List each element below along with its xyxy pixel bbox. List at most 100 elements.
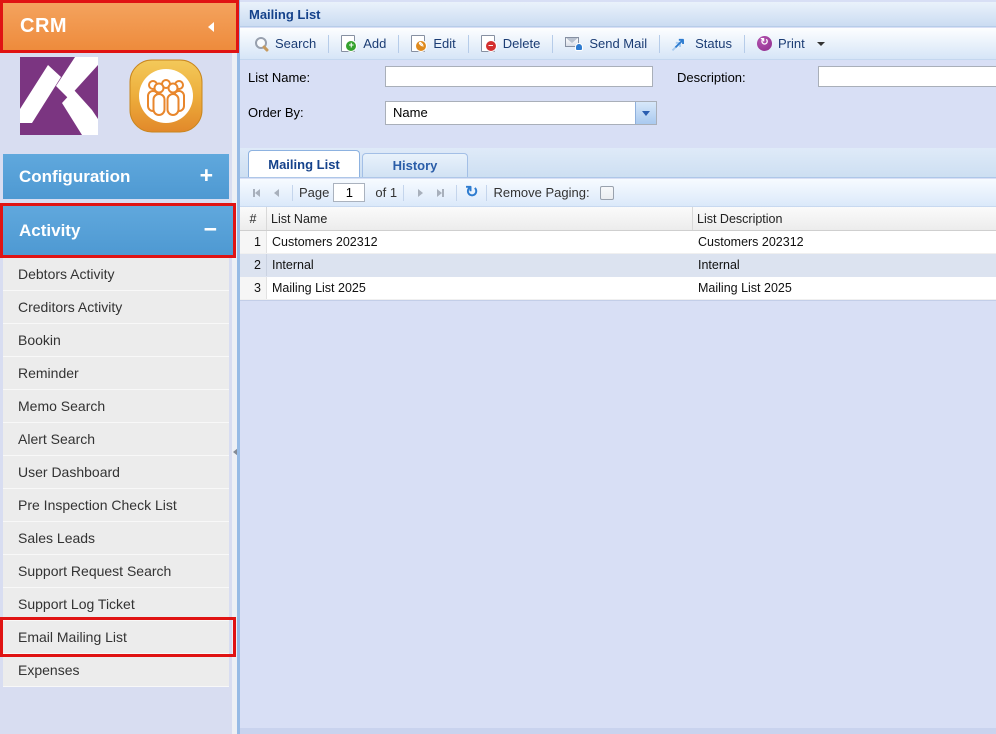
search-button[interactable]: Search	[246, 32, 324, 55]
paging-separator	[456, 185, 457, 201]
annotation-highlight-crm: CRM	[0, 0, 239, 53]
button-label: Print	[778, 36, 805, 51]
section-label: Activity	[19, 221, 80, 241]
first-triangle-icon	[255, 189, 260, 197]
sidebar-item-pre-inspection-check-list[interactable]: Pre Inspection Check List	[3, 489, 229, 522]
remove-paging-checkbox[interactable]	[600, 186, 614, 200]
person-badge-icon	[575, 43, 583, 51]
list-name-input[interactable]	[385, 66, 653, 87]
collapse-left-icon[interactable]	[208, 22, 214, 32]
panel-bottom-strip	[240, 728, 996, 734]
print-button[interactable]: Print	[749, 32, 833, 55]
sidebar-item-memo-search[interactable]: Memo Search	[3, 390, 229, 423]
panel-header: Mailing List	[240, 2, 996, 27]
paging-separator	[403, 185, 404, 201]
page-number-input[interactable]	[333, 183, 365, 202]
mailing-list-panel: Mailing List Search Add Edit Delete	[237, 0, 996, 734]
last-bar	[442, 189, 444, 197]
sidebar-section-activity[interactable]: Activity −	[3, 206, 233, 255]
cell-list-description: Internal	[693, 254, 996, 276]
sidebar-item-support-log-ticket[interactable]: Support Log Ticket	[3, 588, 229, 621]
button-label: Search	[275, 36, 316, 51]
toolbar-separator	[468, 35, 469, 53]
edit-button[interactable]: Edit	[403, 31, 463, 56]
add-page-icon	[341, 35, 357, 52]
cell-list-name: Customers 202312	[267, 231, 693, 253]
people-group-icon	[127, 57, 205, 135]
send-mail-icon	[565, 36, 583, 51]
tab-history[interactable]: History	[362, 153, 468, 177]
description-input[interactable]	[818, 66, 996, 87]
cell-row-number: 2	[240, 254, 267, 276]
order-by-select[interactable]: Name	[385, 101, 657, 125]
edit-page-icon	[411, 35, 427, 52]
sidebar-item-user-dashboard[interactable]: User Dashboard	[3, 456, 229, 489]
tab-strip: Mailing List History	[240, 148, 996, 178]
next-triangle-icon	[418, 189, 423, 197]
sidebar-item-support-request-search[interactable]: Support Request Search	[3, 555, 229, 588]
toolbar: Search Add Edit Delete Send Mail	[240, 28, 996, 60]
button-label: Edit	[433, 36, 455, 51]
dropdown-caret-icon	[817, 42, 825, 46]
column-header-list-description[interactable]: List Description	[693, 207, 996, 230]
list-name-label: List Name:	[248, 70, 310, 85]
refresh-icon[interactable]: ↻	[465, 185, 478, 201]
remove-paging-label: Remove Paging:	[493, 185, 589, 200]
order-by-label: Order By:	[248, 105, 304, 120]
next-page-button[interactable]	[411, 184, 429, 202]
sidebar-item-debtors-activity[interactable]: Debtors Activity	[3, 258, 229, 291]
delete-button[interactable]: Delete	[473, 31, 549, 56]
toolbar-separator	[659, 35, 660, 53]
column-header-list-name[interactable]: List Name	[267, 207, 693, 230]
toolbar-separator	[398, 35, 399, 53]
button-label: Add	[363, 36, 386, 51]
sidebar-item-sales-leads[interactable]: Sales Leads	[3, 522, 229, 555]
company-logo[interactable]	[20, 57, 98, 135]
chevron-down-icon	[642, 111, 650, 116]
crm-app-icon[interactable]	[127, 57, 205, 135]
last-page-button[interactable]	[431, 184, 449, 202]
activity-menu: Debtors Activity Creditors Activity Book…	[3, 258, 229, 687]
column-header-number[interactable]: #	[240, 207, 267, 230]
page-title: Mailing List	[249, 7, 321, 22]
page-of-label: of 1	[375, 185, 397, 200]
status-button[interactable]: Status	[664, 32, 740, 56]
sidebar-section-configuration[interactable]: Configuration +	[3, 154, 229, 199]
cell-row-number: 1	[240, 231, 267, 253]
cell-list-name: Mailing List 2025	[267, 277, 693, 299]
sidebar-item-alert-search[interactable]: Alert Search	[3, 423, 229, 456]
table-row[interactable]: 1 Customers 202312 Customers 202312	[240, 231, 996, 254]
annotation-highlight-activity: Activity −	[0, 203, 236, 258]
status-arrows-icon	[672, 36, 689, 52]
sidebar-item-expenses[interactable]: Expenses	[3, 654, 229, 687]
first-page-button[interactable]	[247, 184, 265, 202]
page-label: Page	[299, 185, 329, 200]
toolbar-separator	[552, 35, 553, 53]
print-icon	[757, 36, 772, 51]
sidebar-item-bookin[interactable]: Bookin	[3, 324, 229, 357]
add-button[interactable]: Add	[333, 31, 394, 56]
tab-mailing-list[interactable]: Mailing List	[248, 150, 360, 177]
search-icon	[254, 36, 269, 51]
collapse-minus-icon[interactable]: −	[204, 218, 217, 241]
cell-list-name: Internal	[267, 254, 693, 276]
prev-page-button[interactable]	[267, 184, 285, 202]
crm-header[interactable]: CRM	[3, 3, 236, 50]
sidebar-item-email-mailing-list[interactable]: Email Mailing List	[3, 621, 229, 654]
prev-triangle-icon	[274, 189, 279, 197]
toolbar-separator	[328, 35, 329, 53]
crm-title: CRM	[20, 15, 67, 38]
table-row[interactable]: 2 Internal Internal	[240, 254, 996, 277]
grid-header: # List Name List Description	[240, 207, 996, 231]
expand-plus-icon[interactable]: +	[200, 164, 213, 187]
sidebar-item-creditors-activity[interactable]: Creditors Activity	[3, 291, 229, 324]
mailing-list-grid: # List Name List Description 1 Customers…	[240, 207, 996, 301]
sidebar-item-reminder[interactable]: Reminder	[3, 357, 229, 390]
send-mail-button[interactable]: Send Mail	[557, 32, 655, 55]
delete-page-icon	[481, 35, 497, 52]
table-row[interactable]: 3 Mailing List 2025 Mailing List 2025	[240, 277, 996, 300]
dropdown-button[interactable]	[635, 102, 656, 124]
app-window: { "sidebar": { "crm_title": "CRM", "sect…	[0, 0, 996, 734]
cell-row-number: 3	[240, 277, 267, 299]
paging-separator	[486, 185, 487, 201]
